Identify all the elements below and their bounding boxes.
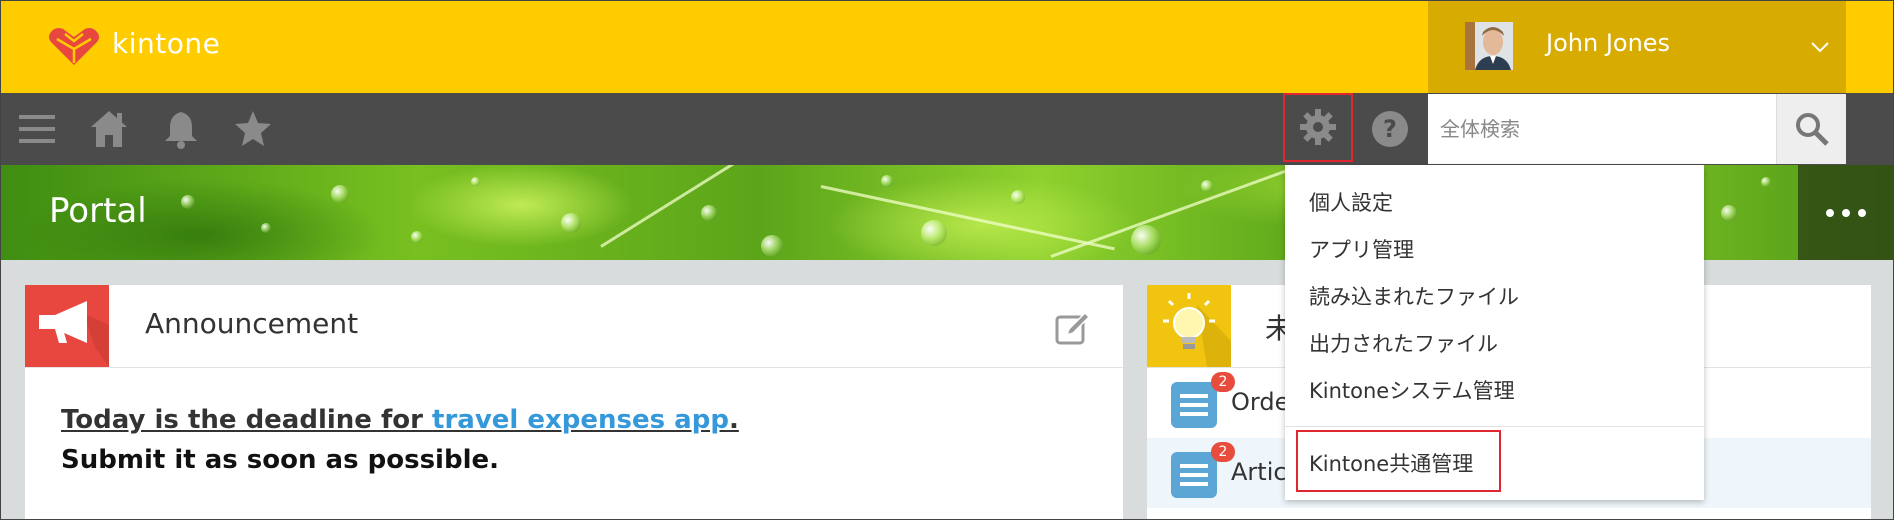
avatar[interactable]	[1465, 22, 1513, 70]
svg-text:?: ?	[1383, 115, 1397, 143]
menu-item-app-management[interactable]: アプリ管理	[1309, 234, 1414, 264]
announcement-text-line1: Today is the deadline for travel expense…	[61, 405, 739, 435]
global-search-input[interactable]	[1428, 94, 1776, 164]
more-dots-icon	[1842, 209, 1850, 217]
lightbulb-icon	[1147, 285, 1231, 367]
announcement-title: Announcement	[145, 307, 359, 340]
announcement-text-prefix: Today is the deadline for	[61, 405, 433, 435]
list-app-icon	[1171, 452, 1217, 498]
bell-icon[interactable]	[159, 107, 203, 151]
user-name[interactable]: John Jones	[1546, 29, 1670, 57]
announcement-text-line2: Submit it as soon as possible.	[61, 445, 500, 475]
list-item-label[interactable]: Orde	[1231, 388, 1289, 416]
user-menu[interactable]: John Jones	[1428, 1, 1846, 93]
menu-item-imported-files[interactable]: 読み込まれたファイル	[1309, 281, 1519, 311]
help-icon[interactable]: ?	[1370, 109, 1410, 149]
megaphone-icon	[25, 285, 109, 367]
top-header: kintone John Jones	[1, 1, 1893, 93]
menu-item-exported-files[interactable]: 出力されたファイル	[1309, 328, 1498, 358]
announcement-card: Announcement Today is the deadline for t…	[25, 285, 1123, 519]
more-options-button[interactable]	[1798, 165, 1893, 260]
more-dots-icon	[1858, 209, 1866, 217]
divider	[25, 367, 1123, 368]
kintone-logo-icon[interactable]	[47, 25, 101, 67]
star-icon[interactable]	[231, 107, 275, 151]
edit-icon[interactable]	[1053, 309, 1093, 349]
list-item-label[interactable]: Artic	[1231, 458, 1287, 486]
menu-icon[interactable]	[15, 107, 59, 151]
search-button[interactable]	[1776, 94, 1846, 164]
more-dots-icon	[1826, 209, 1834, 217]
app-window: kintone John Jones ? 全体検索 Portal Announc…	[0, 0, 1894, 520]
settings-button[interactable]	[1283, 93, 1353, 162]
banner-decoration	[820, 185, 1115, 251]
travel-expenses-app-link[interactable]: travel expenses app	[432, 405, 729, 435]
home-icon[interactable]	[87, 107, 131, 151]
page-title: Portal	[49, 191, 147, 231]
chevron-down-icon[interactable]	[1808, 35, 1832, 59]
menu-item-system-admin[interactable]: Kintoneシステム管理	[1309, 375, 1515, 405]
gear-icon	[1300, 109, 1336, 145]
banner-decoration	[1050, 166, 1296, 258]
search-icon	[1796, 113, 1829, 146]
settings-dropdown-menu: 個人設定 アプリ管理 読み込まれたファイル 出力されたファイル Kintoneシ…	[1285, 165, 1704, 500]
menu-divider	[1285, 426, 1704, 427]
logo-text[interactable]: kintone	[112, 27, 220, 60]
menu-item-common-admin[interactable]: Kintone共通管理	[1309, 448, 1473, 478]
list-app-icon	[1171, 382, 1217, 428]
menu-item-personal-settings[interactable]: 個人設定	[1309, 187, 1393, 217]
announcement-text-suffix: .	[728, 405, 739, 435]
